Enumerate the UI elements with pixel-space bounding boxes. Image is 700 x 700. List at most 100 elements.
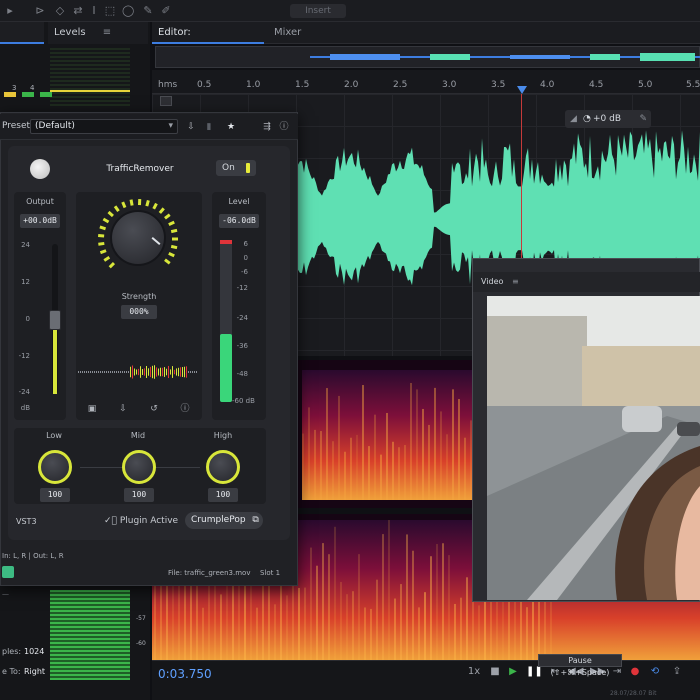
level-scale: -36 (236, 342, 248, 350)
save-icon[interactable]: ▣ (85, 402, 99, 416)
samples-label: ples: (2, 647, 22, 656)
level-clip-indicator (220, 240, 232, 244)
download-icon[interactable]: ⇩ (116, 402, 130, 416)
level-meter-green (50, 590, 130, 680)
skip-forward-icon[interactable]: ⇥ (610, 665, 624, 679)
ruler-tick: 4.5 (589, 80, 604, 90)
eq-mid-label: Mid (130, 431, 146, 440)
levels-title: Levels (54, 27, 86, 38)
video-image (487, 296, 700, 600)
healing-brush-icon[interactable]: ✐ (160, 5, 172, 17)
loop-icon[interactable]: ⟲ (648, 665, 662, 679)
strength-knob[interactable] (110, 210, 166, 266)
eq-high-label: High (213, 431, 233, 440)
eq-low-knob[interactable] (38, 450, 72, 484)
levels-peak-line (50, 90, 130, 92)
slip-tool-icon[interactable]: ⇄ (72, 5, 84, 17)
meter-number-3: 3 (12, 84, 17, 92)
ruler-tick: 2.0 (344, 80, 359, 90)
level-scale: -48 (236, 370, 248, 378)
delete-preset-icon[interactable]: ▮ (202, 120, 216, 134)
info-icon[interactable]: ⓘ (178, 402, 192, 416)
eq-high-readout[interactable]: 100 (208, 488, 238, 502)
level-scale: 0 (243, 254, 248, 262)
presets-value: (Default) (35, 121, 75, 131)
record-icon[interactable]: ● (628, 665, 642, 679)
output-scale-minus12: -12 (18, 352, 30, 360)
ruler-unit: hms (158, 80, 178, 90)
pin-icon[interactable]: ✎ (639, 110, 647, 128)
route-value[interactable]: Right (24, 667, 45, 676)
output-icon[interactable]: ⇪ (670, 665, 684, 679)
toggle-indicator (246, 163, 250, 173)
star-icon[interactable]: ★ (224, 120, 238, 134)
check-circle-icon: ✓⃝ (104, 516, 117, 526)
output-slider-handle[interactable] (49, 310, 61, 330)
level-scale: -60 dB (232, 397, 255, 405)
stop-icon[interactable]: ■ (488, 665, 502, 679)
output-scale-12: 12 (21, 278, 30, 286)
tool-icon[interactable]: ▸ (4, 5, 16, 17)
io-label: In: L, R | Out: L, R (2, 552, 64, 560)
save-preset-icon[interactable]: ⇩ (184, 120, 198, 134)
levels-panel-header[interactable]: Levels ≡ (48, 22, 148, 44)
plugin-active-label: Plugin Active (119, 516, 179, 526)
brush-tool-icon[interactable]: ✎ (142, 5, 154, 17)
output-slider-fill (53, 330, 57, 394)
time-selection-icon[interactable]: I (88, 5, 100, 17)
level-label: Level (228, 197, 250, 206)
lasso-tool-icon[interactable]: ◯ (122, 5, 134, 17)
tab-editor[interactable]: Editor: Sequence_333.mov ≡ (152, 22, 264, 82)
gain-value: +0 dB (593, 114, 622, 124)
video-panel-header[interactable]: Video ≡ (473, 272, 700, 292)
marquee-tool-icon[interactable]: ⬚ (104, 5, 116, 17)
razor-tool-icon[interactable]: ◇ (54, 5, 66, 17)
menu-icon[interactable]: ≡ (103, 27, 111, 38)
output-readout[interactable]: +00.0dB (20, 214, 60, 228)
plugin-active-checkbox[interactable]: ✓⃝ Plugin Active (104, 516, 178, 526)
panel-tab-active[interactable] (0, 22, 44, 44)
knob-icon[interactable]: ◔ (583, 110, 591, 128)
samples-value[interactable]: 1024 (24, 647, 44, 656)
menu-icon[interactable]: ≡ (512, 277, 519, 286)
vst3-label: VST3 (16, 517, 37, 526)
info-icon[interactable]: ⓘ (277, 120, 291, 134)
reset-icon[interactable]: ↺ (147, 402, 161, 416)
pause-icon[interactable]: ❚❚ (526, 665, 543, 679)
external-link-icon: ⧉ (252, 515, 259, 525)
crumplepop-button[interactable]: CrumplePop ⧉ (185, 512, 263, 529)
meter-scale-text: -57 (136, 615, 146, 622)
ruler-tick: 3.5 (491, 80, 506, 90)
ruler-tick: 0.5 (197, 80, 212, 90)
move-tool-icon[interactable]: ⊳ (34, 5, 46, 17)
speed-label[interactable]: 1x (466, 665, 482, 679)
chevron-down-icon: ▾ (168, 121, 173, 131)
tab-mixer[interactable]: Mixer (270, 22, 330, 44)
ruler-tick: 2.5 (393, 80, 408, 90)
ruler-tick: 5.0 (638, 80, 653, 90)
pause-tooltip: Pause (⇧+⌘+Space) (538, 654, 622, 677)
eq-mid-knob[interactable] (122, 450, 156, 484)
ruler-tick: 5.5 (686, 80, 700, 90)
ruler-tick: 4.0 (540, 80, 555, 90)
scale-label: — (2, 590, 9, 598)
level-scale: 6 (243, 240, 248, 248)
time-ruler[interactable] (152, 70, 700, 94)
eq-mid-readout[interactable]: 100 (124, 488, 154, 502)
status-text: 28.07/28.07 Bit (610, 690, 657, 697)
play-icon[interactable]: ▶ (506, 665, 520, 679)
eq-high-knob[interactable] (206, 450, 240, 484)
strength-readout[interactable]: 000% (121, 305, 157, 319)
zoom-icon[interactable] (160, 96, 172, 106)
timecode-display: 0:03.750 (158, 667, 212, 681)
gain-hud[interactable]: ◢ ◔ +0 dB ✎ (565, 110, 651, 128)
output-scale-minus24: -24 (18, 388, 30, 396)
on-off-toggle[interactable]: On (216, 160, 256, 176)
top-toolbar: ▸ ⊳ ◇ ⇄ I ⬚ ◯ ✎ ✐ (0, 0, 700, 22)
eq-low-readout[interactable]: 100 (40, 488, 70, 502)
insert-field[interactable]: Insert (290, 4, 346, 18)
power-indicator[interactable] (2, 566, 14, 578)
crumplepop-label: CrumplePop (191, 515, 246, 525)
presets-dropdown[interactable]: (Default) ▾ (30, 119, 178, 134)
routing-icon[interactable]: ⇶ (260, 120, 274, 134)
